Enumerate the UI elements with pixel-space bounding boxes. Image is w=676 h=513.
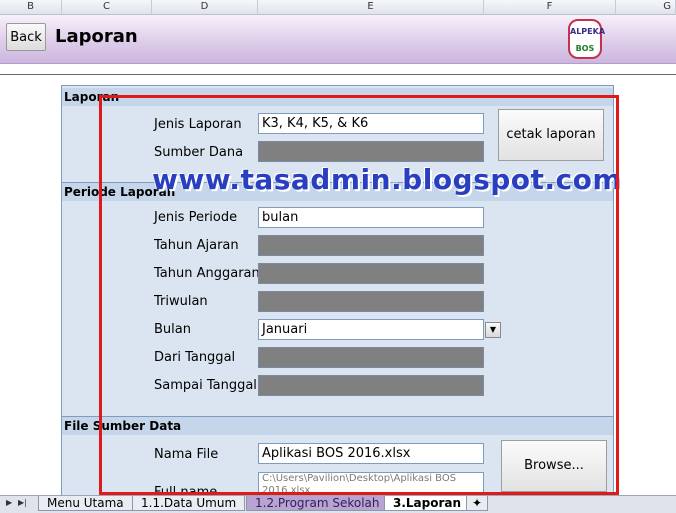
header-band: Back Laporan ALPEKA BOS [0, 15, 676, 64]
sheet-tab-bar: ▶ ▶| Menu Utama 1.1.Data Umum 1.2.Progra… [0, 495, 676, 513]
logo-text-bottom: BOS [575, 44, 595, 53]
browse-button[interactable]: Browse... [501, 440, 607, 492]
section-title-file: File Sumber Data [62, 417, 613, 435]
full-name-field[interactable]: C:\Users\Pavilion\Desktop\Aplikasi BOS 2… [258, 472, 484, 496]
column-header-bar: B C D E F G [0, 0, 676, 15]
chevron-down-icon[interactable]: ▼ [485, 322, 501, 338]
column-header-d[interactable]: D [152, 0, 258, 14]
header-divider [0, 74, 676, 75]
back-button[interactable]: Back [6, 23, 46, 51]
watermark-text: www.tasadmin.blogspot.com [152, 163, 623, 196]
laporan-panel: Laporan Jenis Laporan K3, K4, K5, & K6 S… [61, 85, 614, 500]
tahun-ajaran-label: Tahun Ajaran [154, 238, 239, 253]
nama-file-label: Nama File [154, 447, 219, 462]
triwulan-label: Triwulan [154, 294, 208, 309]
column-header-b[interactable]: B [0, 0, 62, 14]
triwulan-field[interactable] [258, 291, 484, 312]
tahun-ajaran-field[interactable] [258, 235, 484, 256]
bulan-dropdown[interactable]: Januari [258, 319, 484, 340]
sumber-dana-field[interactable] [258, 141, 484, 162]
dari-tanggal-field[interactable] [258, 347, 484, 368]
dari-tanggal-label: Dari Tanggal [154, 350, 236, 365]
new-sheet-icon[interactable]: ✦ [466, 496, 488, 511]
column-header-g[interactable]: G [616, 0, 676, 14]
tab-data-umum[interactable]: 1.1.Data Umum [132, 496, 246, 511]
section-title-laporan: Laporan [62, 88, 613, 106]
column-header-e[interactable]: E [258, 0, 484, 14]
nama-file-field[interactable]: Aplikasi BOS 2016.xlsx [258, 443, 484, 464]
column-header-c[interactable]: C [62, 0, 152, 14]
alpeka-bos-logo: ALPEKA BOS [568, 19, 606, 59]
jenis-periode-field[interactable]: bulan [258, 207, 484, 228]
tab-program-sekolah[interactable]: 1.2.Program Sekolah [246, 496, 389, 511]
tab-menu-utama[interactable]: Menu Utama [38, 496, 133, 511]
page-title: Laporan [55, 26, 138, 47]
tab-scroll-next-icon[interactable]: ▶ [6, 498, 12, 507]
sampai-tanggal-label: Sampai Tanggal [154, 378, 257, 393]
jenis-periode-label: Jenis Periode [154, 210, 238, 225]
tahun-anggaran-label: Tahun Anggaran [154, 266, 260, 281]
tahun-anggaran-field[interactable] [258, 263, 484, 284]
bulan-label: Bulan [154, 322, 191, 337]
column-header-f[interactable]: F [484, 0, 616, 14]
sampai-tanggal-field[interactable] [258, 375, 484, 396]
logo-text-top: ALPEKA [570, 27, 606, 36]
tab-scroll-last-icon[interactable]: ▶| [18, 498, 27, 507]
tab-laporan[interactable]: 3.Laporan [384, 496, 471, 511]
cetak-laporan-button[interactable]: cetak laporan [498, 109, 604, 161]
jenis-laporan-field[interactable]: K3, K4, K5, & K6 [258, 113, 484, 134]
jenis-laporan-label: Jenis Laporan [154, 117, 242, 132]
sumber-dana-label: Sumber Dana [154, 145, 244, 160]
